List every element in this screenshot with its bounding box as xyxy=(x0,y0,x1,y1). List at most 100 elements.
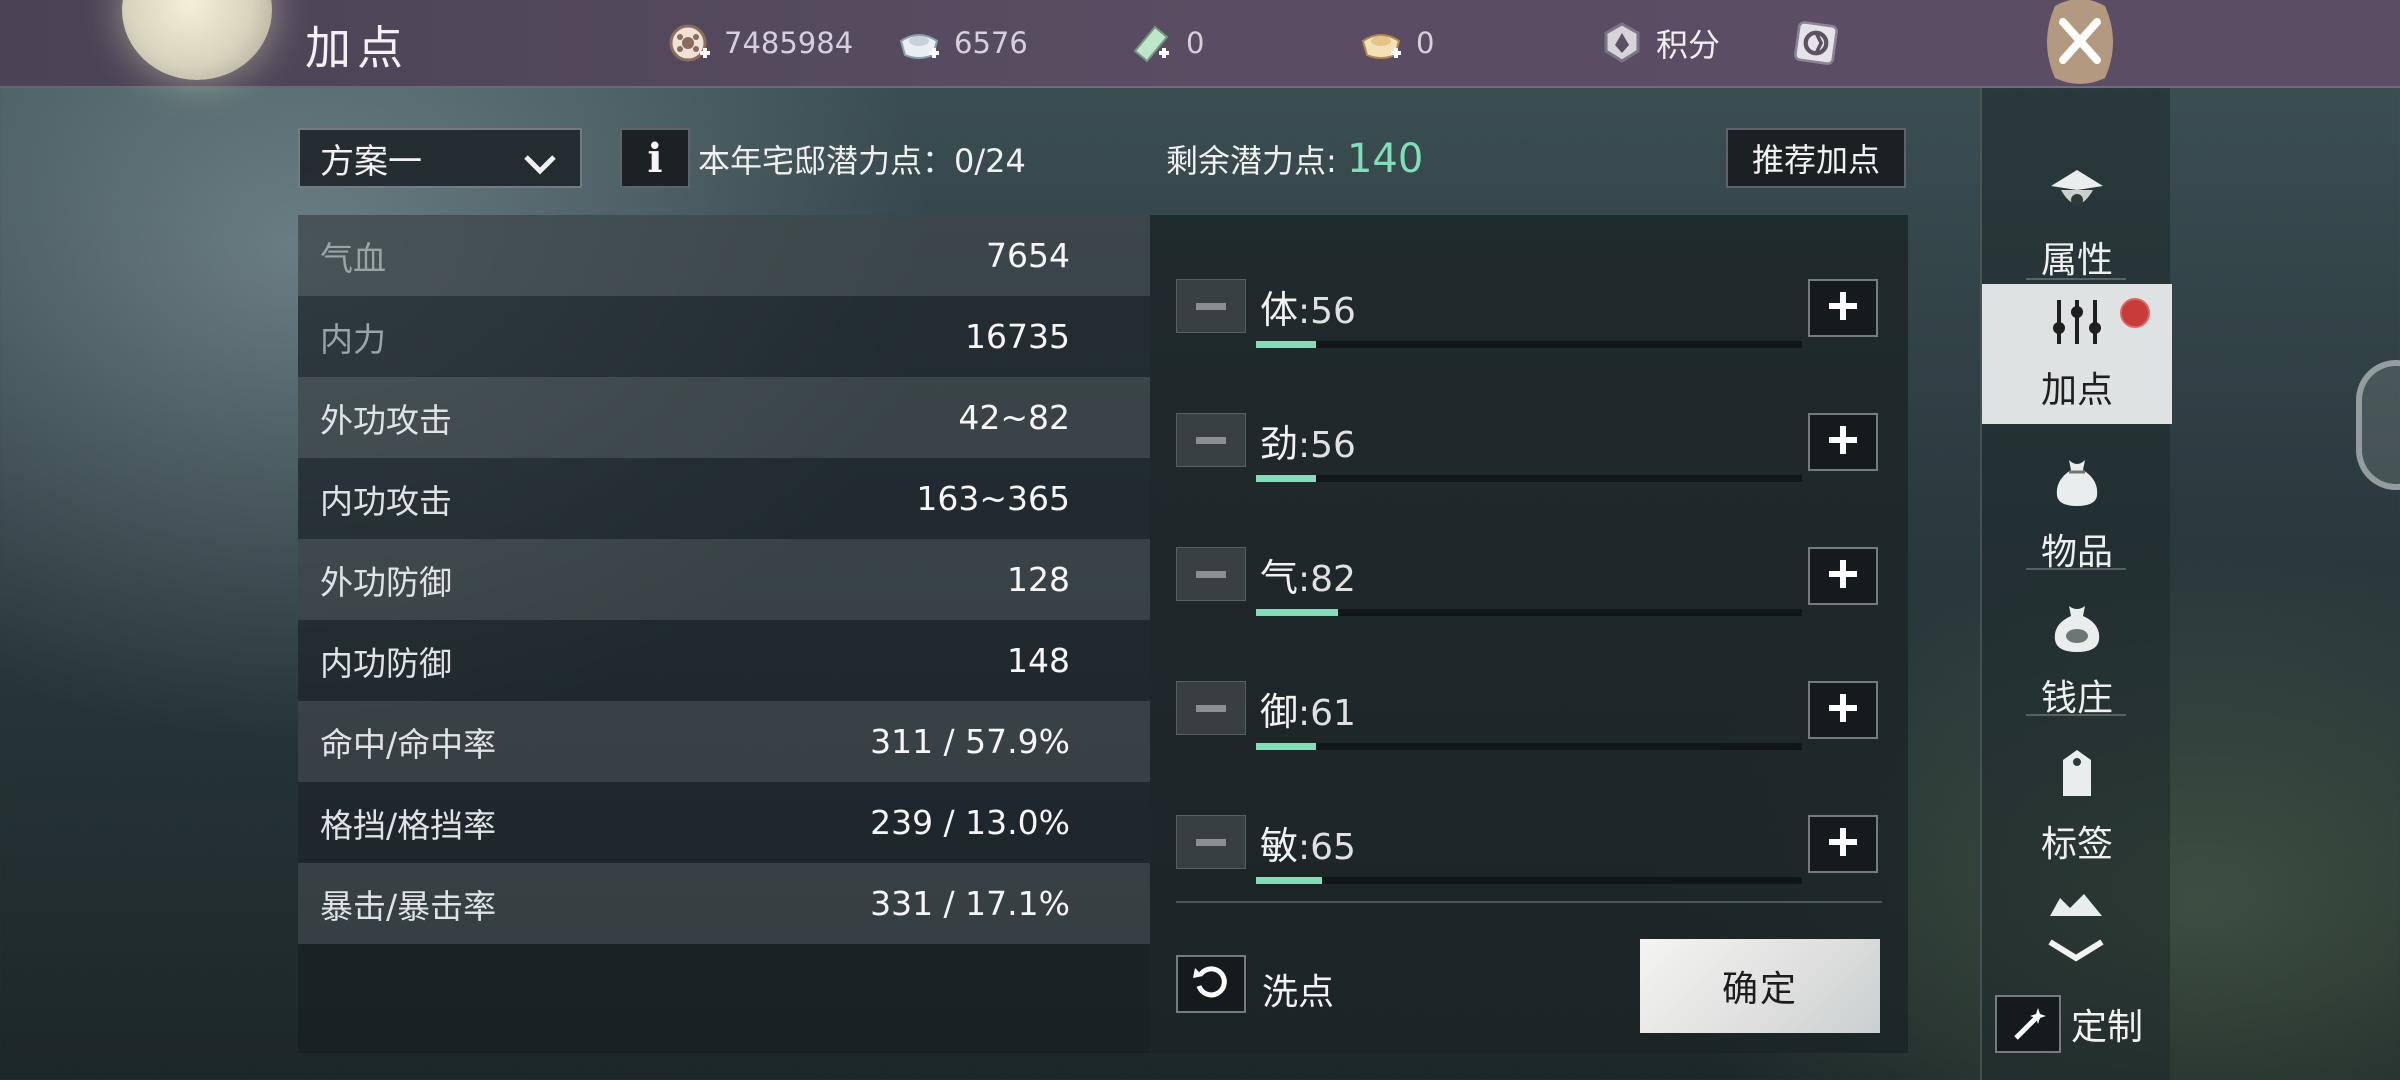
sidebar-item-attributes[interactable]: 属性 xyxy=(1982,154,2172,294)
coin-reel-icon xyxy=(666,19,714,67)
resource-coin[interactable]: 7485984 xyxy=(666,18,853,68)
attribute-value: 65 xyxy=(1310,827,1356,868)
minus-icon xyxy=(1196,570,1226,578)
stat-value: 148 xyxy=(1007,641,1070,680)
customize-label: 定制 xyxy=(2071,1007,2144,1048)
attribute-value: 61 xyxy=(1310,693,1356,734)
attribute-value: 56 xyxy=(1310,291,1356,332)
attribute-bar xyxy=(1256,877,1802,884)
bag-icon xyxy=(2049,454,2105,519)
top-bar: 加点 7485984 6576 0 0 积分 xyxy=(0,0,2400,88)
decrease-button[interactable] xyxy=(1176,815,1246,869)
attribute-value: 56 xyxy=(1310,425,1356,466)
attribute-name: 气 xyxy=(1260,556,1299,600)
more-items-icon xyxy=(2044,888,2108,922)
plus-icon xyxy=(1826,691,1860,729)
stat-row: 暴击/暴击率 331 / 17.1% xyxy=(298,863,1150,944)
stat-row: 内功攻击 163~365 xyxy=(298,458,1150,539)
refresh-icon xyxy=(1191,962,1231,1006)
attribute-bar xyxy=(1256,743,1802,750)
plus-icon xyxy=(1826,557,1860,595)
stat-name: 格挡/格挡率 xyxy=(320,805,497,845)
stat-row: 命中/命中率 311 / 57.9% xyxy=(298,701,1150,782)
decrease-button[interactable] xyxy=(1176,279,1246,333)
emblem-button[interactable] xyxy=(1792,18,1840,68)
stat-row: 格挡/格挡率 239 / 13.0% xyxy=(298,782,1150,863)
attribute-bar xyxy=(1256,475,1802,482)
minus-icon xyxy=(1196,838,1226,846)
info-icon: i xyxy=(647,134,663,182)
plus-icon xyxy=(1826,289,1860,327)
attribute-label: 气:82 xyxy=(1260,547,1356,602)
attribute-bar xyxy=(1256,341,1802,348)
sliders-icon xyxy=(2047,296,2107,357)
stat-row: 内力 16735 xyxy=(298,296,1150,377)
stat-name: 暴击/暴击率 xyxy=(320,886,497,926)
stat-row: 外功攻击 42~82 xyxy=(298,377,1150,458)
chevron-down-icon xyxy=(522,146,558,186)
points-button[interactable]: 积分 xyxy=(1598,18,1720,68)
increase-button[interactable] xyxy=(1808,413,1878,471)
stat-name: 内力 xyxy=(320,319,386,359)
attribute-label: 御:61 xyxy=(1260,681,1356,736)
reset-label[interactable]: 洗点 xyxy=(1262,963,1334,1015)
stat-row: 气血 7654 xyxy=(298,215,1150,296)
customize-button[interactable]: 定制 xyxy=(1995,995,2143,1053)
resource-jade[interactable]: 0 xyxy=(1128,18,1204,68)
stat-name: 外功防御 xyxy=(320,562,452,602)
stat-name: 外功攻击 xyxy=(320,400,452,440)
remaining-potential-value: 140 xyxy=(1346,136,1424,182)
attribute-bar-fill xyxy=(1256,609,1338,616)
sidebar-item-items[interactable]: 物品 xyxy=(1982,444,2172,584)
scheme-select[interactable]: 方案一 xyxy=(298,128,582,188)
decrease-button[interactable] xyxy=(1176,681,1246,735)
increase-button[interactable] xyxy=(1808,681,1878,739)
edge-drawer-handle[interactable] xyxy=(2356,360,2400,490)
increase-button[interactable] xyxy=(1808,279,1878,337)
sidebar-item-label: 物品 xyxy=(2040,531,2113,573)
attribute-name: 御 xyxy=(1260,690,1299,734)
attribute-separator: : xyxy=(1298,559,1311,600)
sidebar-item-add-points[interactable]: 加点 xyxy=(1982,284,2172,424)
increase-button[interactable] xyxy=(1808,815,1878,873)
attribute-separator: : xyxy=(1298,693,1311,734)
mansion-potential-label: 本年宅邸潜力点：0/24 xyxy=(698,142,1026,180)
sidebar-item-tags[interactable]: 标签 xyxy=(1982,736,2172,876)
minus-icon xyxy=(1196,436,1226,444)
attribute-name: 敏 xyxy=(1260,824,1299,868)
attribute-bar-fill xyxy=(1256,877,1322,884)
reset-button[interactable] xyxy=(1176,955,1246,1013)
resource-coin-value: 7485984 xyxy=(724,26,854,60)
stats-table: 气血 7654 内力 16735 外功攻击 42~82 内功攻击 163~365… xyxy=(298,215,1150,1053)
sidebar-item-label: 加点 xyxy=(2040,369,2113,411)
gold-ingot-icon xyxy=(1358,19,1406,67)
recommend-button[interactable]: 推荐加点 xyxy=(1726,128,1906,188)
resource-silver-value: 6576 xyxy=(954,26,1028,60)
stat-value: 42~82 xyxy=(958,398,1070,437)
confirm-button[interactable]: 确定 xyxy=(1640,939,1880,1033)
sidebar-item-label: 钱庄 xyxy=(2040,677,2113,719)
sidebar-item-bank[interactable]: 钱庄 xyxy=(1982,590,2172,730)
close-button[interactable] xyxy=(2022,0,2138,88)
remaining-potential-label: 剩余潜力点: xyxy=(1166,142,1337,180)
attribute-bar xyxy=(1256,609,1802,616)
chevron-down-icon[interactable] xyxy=(2046,936,2106,968)
sidebar-separator xyxy=(2026,568,2126,570)
info-button[interactable]: i xyxy=(620,128,690,188)
attribute-bar-fill xyxy=(1256,341,1317,348)
attribute-separator: : xyxy=(1298,827,1311,868)
increase-button[interactable] xyxy=(1808,547,1878,605)
sidebar: 属性 加点 物品 钱庄 标签 xyxy=(1980,88,2172,1080)
points-label: 积分 xyxy=(1656,26,1721,64)
resource-silver[interactable]: 6576 xyxy=(896,18,1028,68)
stat-value: 239 / 13.0% xyxy=(870,803,1070,842)
divider xyxy=(1176,901,1882,903)
sidebar-item-label: 属性 xyxy=(2040,239,2113,281)
decrease-button[interactable] xyxy=(1176,547,1246,601)
attribute-name: 体 xyxy=(1260,288,1299,332)
resource-gold[interactable]: 0 xyxy=(1358,18,1434,68)
silver-ingot-icon xyxy=(896,19,944,67)
emblem-icon xyxy=(1792,19,1840,67)
decrease-button[interactable] xyxy=(1176,413,1246,467)
close-icon xyxy=(2025,0,2135,90)
